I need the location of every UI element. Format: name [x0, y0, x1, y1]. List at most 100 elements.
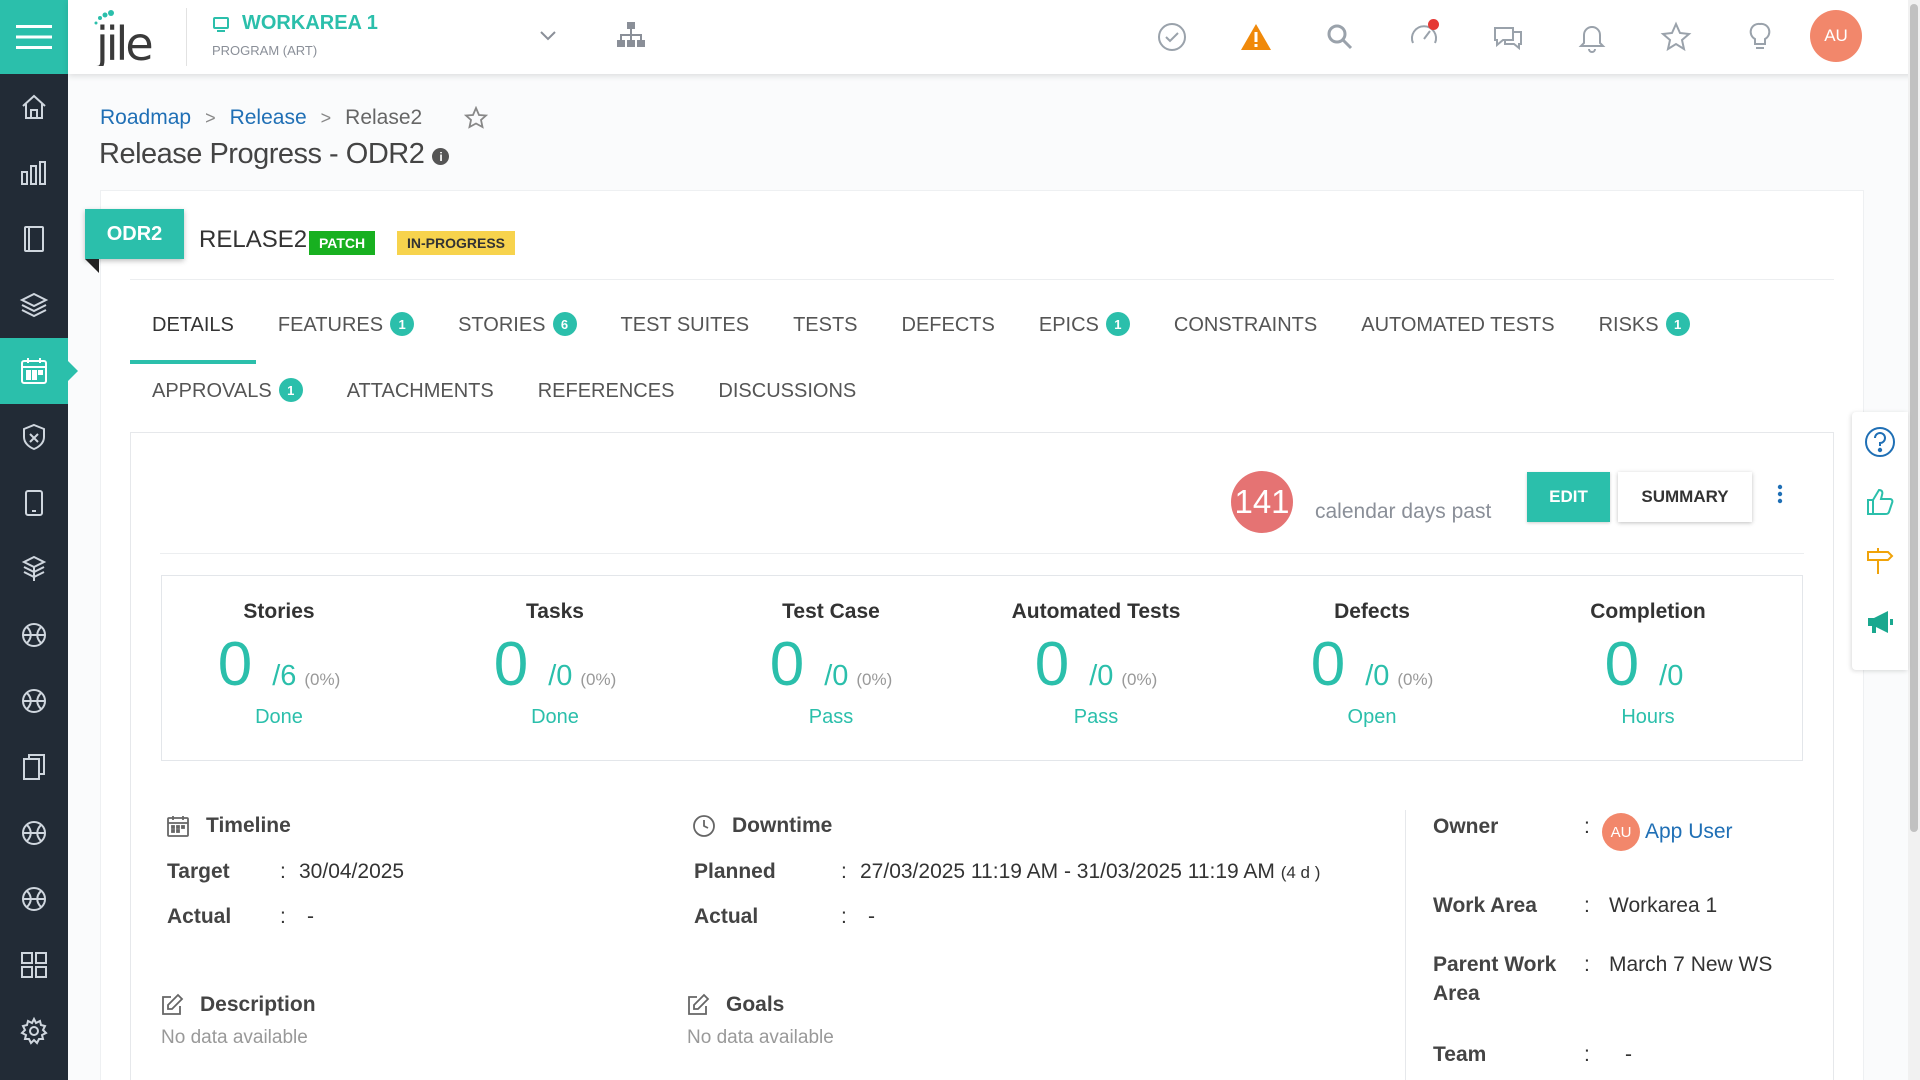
sidebar-item-ball-4[interactable] — [0, 866, 68, 932]
breadcrumb-roadmap[interactable]: Roadmap — [100, 106, 191, 130]
top-header: jile WORKAREA 1 PROGRAM (ART) AU — [68, 0, 1920, 74]
jile-logo[interactable]: jile — [88, 8, 168, 71]
svg-text:jile: jile — [95, 17, 151, 66]
release-code-ribbon: ODR2 — [85, 209, 184, 259]
edit-button[interactable]: EDIT — [1527, 472, 1610, 522]
colon: : — [841, 860, 847, 883]
cubes-icon — [19, 554, 49, 584]
announcements-button[interactable] — [1852, 592, 1908, 652]
status-badge: IN-PROGRESS — [397, 231, 516, 255]
tab-references[interactable]: REFERENCES — [516, 372, 697, 430]
sidebar-item-documents[interactable] — [0, 734, 68, 800]
stat-defects: Defects 0/0 (0%) Open — [1310, 600, 1434, 728]
planned-duration: (4 d ) — [1280, 863, 1321, 882]
sidebar-item-settings[interactable] — [0, 998, 68, 1064]
page-title: Release Progress - ODR2 i — [99, 138, 450, 171]
sidebar-item-apps[interactable] — [0, 932, 68, 998]
sidebar-item-tablet[interactable] — [0, 470, 68, 536]
favorites-button[interactable] — [1634, 17, 1718, 57]
notifications-button[interactable] — [1550, 17, 1634, 57]
team-label: Team — [1433, 1043, 1487, 1066]
colon: : — [1584, 1043, 1590, 1066]
ideas-button[interactable] — [1718, 17, 1802, 57]
check-button[interactable] — [1130, 17, 1214, 57]
bell-icon — [1577, 21, 1607, 53]
speedometer-button[interactable] — [1382, 17, 1466, 57]
menu-toggle-button[interactable] — [0, 0, 68, 74]
count-badge: 6 — [552, 312, 577, 336]
workarea-label: Work Area — [1433, 894, 1537, 917]
owner-link[interactable]: App User — [1645, 820, 1733, 844]
sidebar-item-ball-3[interactable] — [0, 800, 68, 866]
tab-stories[interactable]: STORIES 6 — [436, 306, 598, 364]
tab-features[interactable]: FEATURES 1 — [256, 306, 436, 364]
planned-value: 27/03/2025 11:19 AM - 31/03/2025 11:19 A… — [860, 860, 1321, 883]
tab-risks[interactable]: RISKS 1 — [1577, 306, 1712, 364]
colon: : — [280, 860, 286, 883]
chat-icon — [1491, 22, 1525, 52]
warning-icon — [1240, 22, 1272, 52]
info-icon[interactable]: i — [432, 148, 450, 165]
tab-defects[interactable]: DEFECTS — [880, 306, 1017, 364]
hamburger-icon — [16, 24, 52, 50]
timeline-heading: Timeline — [166, 814, 291, 838]
divider — [130, 279, 1834, 280]
tab-details[interactable]: DETAILS — [130, 306, 256, 364]
header-divider — [186, 8, 187, 66]
sidebar-item-ball-1[interactable] — [0, 602, 68, 668]
roadmap-sign-button[interactable] — [1852, 532, 1908, 592]
tab-approvals[interactable]: APPROVALS 1 — [130, 372, 325, 430]
basketball-icon — [19, 818, 49, 848]
search-icon — [1325, 22, 1355, 52]
breadcrumb: Roadmap > Release > Relase2 — [100, 106, 489, 130]
planned-label: Planned — [694, 860, 776, 883]
goals-heading: Goals — [686, 993, 784, 1017]
more-options-icon[interactable] — [1776, 484, 1784, 506]
sidebar-item-security[interactable] — [0, 404, 68, 470]
sidebar-item-backlog[interactable] — [0, 206, 68, 272]
search-button[interactable] — [1298, 17, 1382, 57]
tab-epics[interactable]: EPICS 1 — [1017, 306, 1152, 364]
workspace-switcher[interactable]: WORKAREA 1 PROGRAM (ART) — [212, 12, 378, 58]
colon: : — [1584, 894, 1590, 917]
chat-button[interactable] — [1466, 17, 1550, 57]
sidebar-item-calendar[interactable] — [0, 338, 78, 404]
sidebar-item-reports[interactable] — [0, 140, 68, 206]
stat-completion: Completion 0/0 Hours — [1590, 600, 1706, 728]
tab-tests[interactable]: TESTS — [771, 306, 879, 364]
column-divider — [1405, 810, 1406, 1080]
calendar-icon — [19, 356, 49, 386]
gear-icon — [19, 1016, 49, 1046]
alert-button[interactable] — [1214, 17, 1298, 57]
chevron-down-icon[interactable] — [538, 30, 558, 42]
stat-tasks: Tasks 0/0 (0%) Done — [493, 600, 617, 728]
user-avatar[interactable]: AU — [1810, 10, 1862, 62]
sidebar-item-ball-2[interactable] — [0, 668, 68, 734]
question-icon — [1864, 426, 1896, 458]
breadcrumb-separator: > — [205, 107, 216, 128]
scrollbar-thumb[interactable] — [1910, 4, 1918, 832]
check-circle-icon — [1156, 21, 1188, 53]
breadcrumb-release[interactable]: Release — [230, 106, 307, 130]
sidebar-item-packages[interactable] — [0, 536, 68, 602]
tab-constraints[interactable]: CONSTRAINTS — [1152, 306, 1339, 364]
avatar: AU — [1602, 813, 1640, 851]
tab-automated-tests[interactable]: AUTOMATED TESTS — [1339, 306, 1576, 364]
help-button[interactable] — [1852, 412, 1908, 472]
bookmark-star-icon[interactable] — [464, 106, 489, 130]
owner-label: Owner — [1433, 815, 1499, 838]
tab-test-suites[interactable]: TEST SUITES — [599, 306, 772, 364]
days-count: 141 — [1231, 471, 1293, 533]
sidebar-item-layers[interactable] — [0, 272, 68, 338]
days-label: calendar days past — [1315, 500, 1492, 523]
grid-icon — [19, 950, 49, 980]
basketball-icon — [19, 884, 49, 914]
tab-discussions[interactable]: DISCUSSIONS — [696, 372, 878, 430]
sidebar-item-home[interactable] — [0, 74, 68, 140]
feedback-button[interactable] — [1852, 472, 1908, 532]
ribbon-fold — [85, 259, 99, 273]
hierarchy-icon[interactable] — [615, 20, 647, 50]
summary-button[interactable]: SUMMARY — [1618, 472, 1752, 522]
colon: : — [1584, 815, 1590, 838]
tab-attachments[interactable]: ATTACHMENTS — [325, 372, 516, 430]
